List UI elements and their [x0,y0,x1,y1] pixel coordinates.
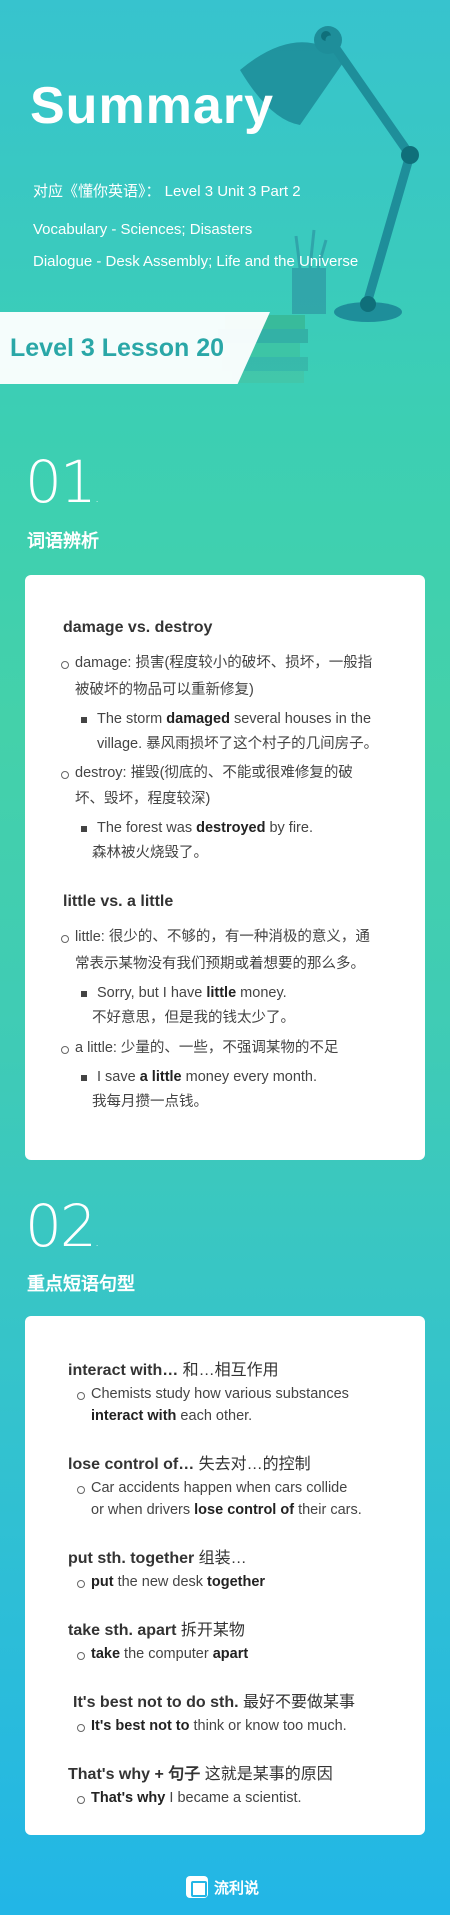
bullet-circle-icon [77,1724,85,1732]
phrase-heading: put sth. together 组装… [68,1550,247,1567]
bullet-circle-icon [61,771,69,779]
bullet-square-icon [81,717,87,723]
definition-text: damage: 损害(程度较小的破坏、损坏，一般指 [75,655,373,671]
phrase-heading: lose control of… 失去对…的控制 [68,1456,311,1473]
brand-logo-icon [186,1876,208,1898]
phrase-heading: It's best not to do sth. 最好不要做某事 [73,1694,356,1711]
example-sentence: The forest was destroyed by fire. [97,820,313,836]
definition-text: 坏、毁坏，程度较深) [75,791,211,807]
example-translation: 我每月攒一点钱。 [92,1094,208,1110]
example-sentence: take the computer apart [91,1646,249,1662]
definition-text: 常表示某物没有我们预期或着想要的那么多。 [75,956,365,972]
vocabulary-topic: Vocabulary - Sciences; Disasters [33,221,253,238]
dialogue-topic: Dialogue - Desk Assembly; Life and the U… [33,253,359,270]
definition-text: little: 很少的、不够的，有一种消极的意义，通 [75,929,370,945]
example-sentence: It's best not to think or know too much. [91,1718,347,1734]
phrase-heading: That's why + 句子 这就是某事的原因 [68,1766,333,1783]
phrase-card: interact with… 和…相互作用 Chemists study how… [25,1316,425,1835]
bullet-circle-icon [77,1652,85,1660]
hero-banner: Summary 对应《懂你英语》： Level 3 Unit 3 Part 2 … [0,0,450,420]
footer-brand: 流利说 [186,1876,259,1898]
bullet-circle-icon [61,1046,69,1054]
definition-text: a little: 少量的、一些，不强调某物的不足 [75,1040,339,1056]
bullet-circle-icon [77,1796,85,1804]
course-reference: 对应《懂你英语》： Level 3 Unit 3 Part 2 [33,183,301,200]
phrase-heading: interact with… 和…相互作用 [68,1362,279,1379]
example-translation: 不好意思，但是我的钱太少了。 [92,1010,295,1026]
example-sentence: Sorry, but I have little money. [97,985,287,1001]
word-comparison-card: damage vs. destroy damage: 损害(程度较小的破坏、损坏… [25,575,425,1160]
section-title: 重点短语句型 [27,1274,135,1294]
definition-text: destroy: 摧毁(彻底的、不能或很难修复的破 [75,765,353,781]
bullet-square-icon [81,826,87,832]
example-sentence: put the new desk together [91,1574,266,1590]
bullet-circle-icon [77,1486,85,1494]
phrase-heading: take sth. apart 拆开某物 [68,1622,245,1639]
bullet-circle-icon [77,1580,85,1588]
comparison-heading: little vs. a little [63,893,174,910]
section-number: 02. [25,1192,100,1260]
section-number: 01. [25,448,100,516]
bullet-square-icon [81,1075,87,1081]
example-sentence: interact with each other. [91,1408,253,1424]
example-sentence: The storm damaged several houses in the [97,711,372,727]
bullet-square-icon [81,991,87,997]
example-sentence: That's why I became a scientist. [91,1790,302,1806]
bullet-circle-icon [61,661,69,669]
example-sentence: I save a little money every month. [97,1069,318,1085]
example-sentence: or when drivers lose control of their ca… [91,1502,362,1518]
comparison-heading: damage vs. destroy [63,619,213,636]
example-translation: 森林被火烧毁了。 [92,845,208,861]
page-title: Summary [30,77,274,135]
bullet-circle-icon [77,1392,85,1400]
definition-text: 被破坏的物品可以重新修复) [75,682,254,698]
brand-name: 流利说 [214,1879,260,1897]
example-translation: village. 暴风雨损坏了这个村子的几间房子。 [97,736,379,752]
section-title: 词语辨析 [27,531,99,551]
bullet-circle-icon [61,935,69,943]
lesson-label: Level 3 Lesson 20 [10,334,225,362]
